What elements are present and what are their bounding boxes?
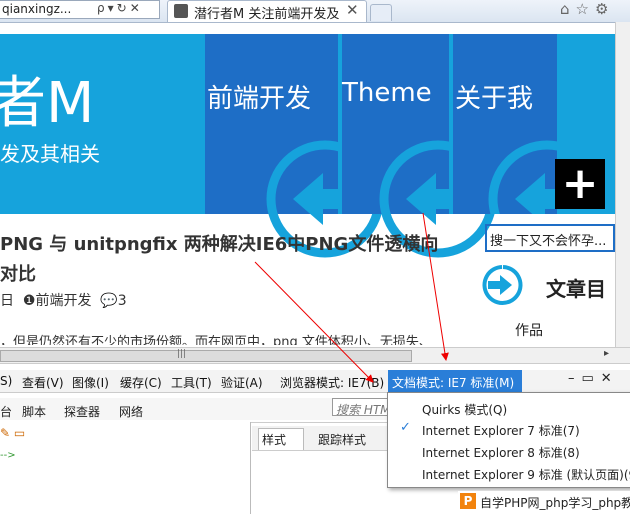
refresh-icon[interactable]: ↻ — [117, 1, 127, 15]
favicon-icon — [174, 4, 188, 18]
document-mode-menu[interactable]: 文档模式: IE7 标准(M) — [388, 370, 522, 392]
tab-network[interactable]: 网络 — [119, 403, 143, 420]
dropdown-item-ie8[interactable]: Internet Explorer 8 标准(8) — [422, 444, 580, 461]
post-comments[interactable]: 💬3 — [100, 293, 126, 309]
dropdown-icon[interactable]: ▾ — [108, 1, 114, 15]
post-meta: 日 ❶前端开发 💬3 — [0, 290, 127, 310]
menu-item-cache[interactable]: 缓存(C) — [120, 374, 162, 391]
post-date: 日 — [0, 293, 14, 309]
nav-item-theme[interactable]: Theme — [342, 34, 497, 258]
dropdown-item-quirks[interactable]: Quirks 模式(Q) — [422, 401, 507, 418]
document-mode-label: 文档模式: IE7 标准(M) — [392, 376, 515, 390]
expand-button[interactable]: + — [555, 159, 605, 209]
menu-item-tools[interactable]: 工具(T) — [171, 374, 212, 391]
search-icon[interactable]: ρ — [97, 1, 105, 15]
browser-tab[interactable]: 潜行者M 关注前端开发及... ✕ — [167, 0, 367, 22]
site-search-input[interactable]: 搜一下又不会怀孕... — [485, 224, 615, 252]
browser-toolbar: qianxingz... ρ ▾ ↻ ✕ 潜行者M 关注前端开发及... ✕ ⌂☆⚙ — [0, 0, 630, 23]
search-placeholder: 搜一下又不会怀孕... — [490, 234, 607, 249]
watermark-text: 自学PHP网_php学习_php教程 — [480, 496, 630, 510]
tab-console[interactable]: 台 — [0, 403, 12, 420]
post-category[interactable]: ❶前端开发 — [23, 293, 92, 309]
site-tagline: 发及其相关 — [0, 142, 100, 166]
address-bar[interactable]: qianxingz... ρ ▾ ↻ ✕ — [0, 0, 160, 19]
site-header: 者M 发及其相关 前端开发 Theme 关于我 — [0, 34, 615, 258]
devtools-search-input[interactable]: 搜索 HTM — [332, 398, 392, 417]
check-icon: ✓ — [400, 420, 411, 435]
menu-item[interactable]: S) — [0, 374, 12, 388]
menu-item-view[interactable]: 查看(V) — [22, 374, 64, 391]
tab-style[interactable]: 样式 — [262, 431, 286, 448]
close-tab-icon[interactable]: ✕ — [346, 1, 359, 19]
horizontal-scrollbar[interactable]: ||| ▸ — [0, 347, 630, 364]
watermark: P 自学PHP网_php学习_php教程 — [458, 491, 630, 513]
address-controls[interactable]: ρ ▾ ↻ ✕ — [97, 1, 143, 15]
tab-title: 潜行者M 关注前端开发及... — [194, 7, 340, 22]
toc-title: 文章目 — [546, 277, 606, 301]
site-logo[interactable]: 者M — [0, 58, 94, 139]
dropdown-item-ie7[interactable]: Internet Explorer 7 标准(7) — [422, 422, 580, 439]
dropdown-item-ie9[interactable]: Internet Explorer 9 标准 (默认页面)(9) — [422, 466, 630, 483]
nav-label: 前端开发 — [207, 84, 312, 114]
nav-item-frontend[interactable]: 前端开发 — [205, 34, 384, 258]
scroll-grip-icon: ||| — [177, 349, 187, 359]
home-favorites-tools-icons[interactable]: ⌂☆⚙ — [560, 0, 614, 18]
code-comment: --> — [0, 450, 16, 461]
php-logo-icon: P — [460, 493, 476, 509]
scrollbar-thumb[interactable]: ||| — [0, 349, 412, 362]
toc-arrow-icon — [482, 265, 523, 305]
devtools-menubar: S) 查看(V) 图像(I) 缓存(C) 工具(T) 验证(A) 浏览器模式: … — [0, 370, 630, 393]
menu-item-validate[interactable]: 验证(A) — [221, 374, 263, 391]
tab-script[interactable]: 脚本 — [22, 403, 46, 420]
tab-trace-styles[interactable]: 跟踪样式 — [318, 431, 366, 448]
vertical-scrollbar[interactable] — [615, 22, 630, 347]
nav-label: Theme — [342, 78, 432, 108]
html-tree-pane[interactable] — [0, 422, 251, 514]
address-text: qianxingz... — [2, 2, 72, 16]
devtools-window-controls[interactable]: –▭✕ — [568, 371, 619, 386]
post-excerpt: ，但是仍然还有不少的市场份额。而在网页中，png 文件体积小、无损失、 — [0, 335, 432, 345]
document-mode-dropdown: ✓ Quirks 模式(Q) Internet Explorer 7 标准(7)… — [387, 392, 630, 488]
menu-item-browser-mode[interactable]: 浏览器模式: IE7(B) — [280, 374, 384, 391]
arrow-left-icon — [488, 140, 557, 214]
nav-item-about[interactable]: 关于我 — [453, 34, 557, 214]
menu-item-images[interactable]: 图像(I) — [72, 374, 109, 391]
toc-item[interactable]: 作品 — [515, 320, 543, 340]
new-tab-button[interactable] — [370, 4, 392, 21]
nav-label: 关于我 — [455, 84, 534, 114]
search-placeholder: 搜索 HTM — [336, 403, 391, 417]
edit-icon[interactable]: ✎ ▭ — [0, 426, 25, 440]
stop-icon[interactable]: ✕ — [130, 1, 140, 15]
post-title[interactable]: PNG 与 unitpngfix 两种解决IE6中PNG文件透横向对比 — [0, 230, 450, 290]
scroll-right-icon[interactable]: ▸ — [604, 348, 609, 359]
tab-profiler[interactable]: 探查器 — [64, 403, 100, 420]
